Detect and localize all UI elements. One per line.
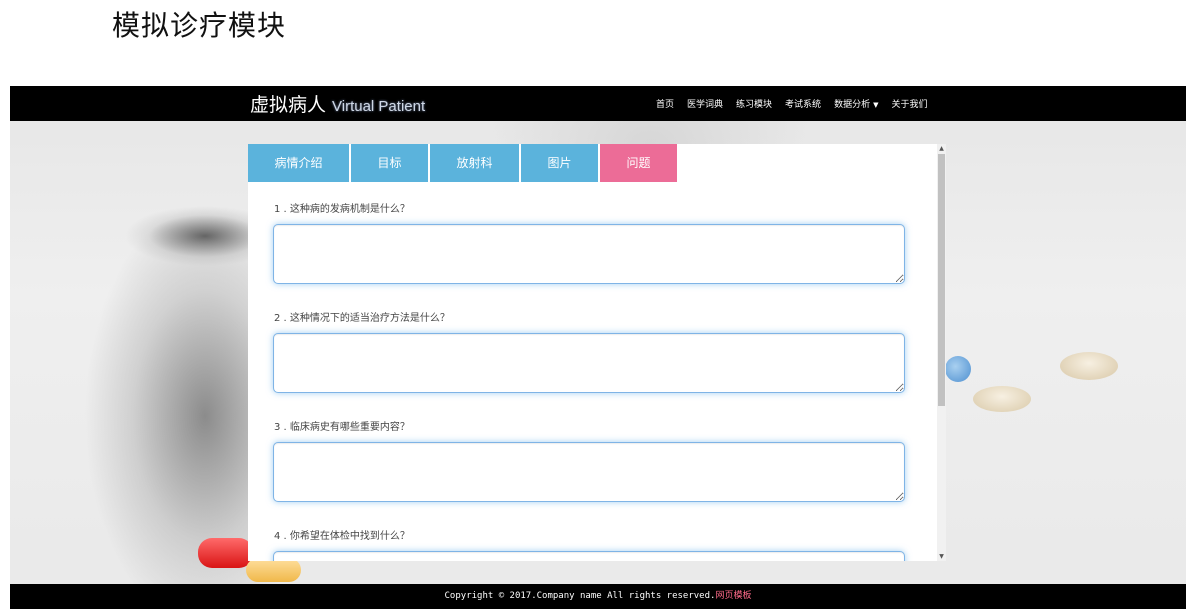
caret-down-icon: ▼: [873, 101, 879, 109]
pill-image: [198, 538, 253, 568]
footer-template-link[interactable]: 网页模板: [715, 591, 751, 601]
footer-copyright: Copyright © 2017.Company name All rights…: [444, 591, 716, 601]
scroll-down-arrow-icon[interactable]: ▼: [937, 552, 946, 561]
question-label: 1 . 这种病的发病机制是什么？: [274, 204, 410, 215]
tab-bar: 病情介绍 目标 放射科 图片 问题: [248, 144, 677, 182]
tab-radiology[interactable]: 放射科: [430, 144, 519, 182]
app-frame: 虚拟病人 Virtual Patient 首页 医学词典 练习模块 考试系统 数据…: [10, 86, 1186, 609]
content-panel: 病情介绍 目标 放射科 图片 问题 1 . 这种病的发病机制是什么？ 2 . 这…: [248, 144, 946, 561]
answer-input-1[interactable]: [273, 224, 905, 284]
pill-image: [1060, 352, 1118, 380]
page-footer: Copyright © 2017.Company name All rights…: [10, 584, 1186, 609]
nav-practice[interactable]: 练习模块: [736, 97, 772, 110]
answer-input-4[interactable]: [273, 551, 905, 561]
scroll-thumb[interactable]: [938, 154, 945, 406]
nav-exam[interactable]: 考试系统: [785, 97, 821, 110]
pill-image: [973, 386, 1031, 412]
nav-menu: 首页 医学词典 练习模块 考试系统 数据分析 ▼ 关于我们: [656, 97, 927, 110]
tab-questions[interactable]: 问题: [600, 144, 677, 182]
top-navbar: 虚拟病人 Virtual Patient 首页 医学词典 练习模块 考试系统 数据…: [10, 86, 1186, 121]
tab-goals[interactable]: 目标: [351, 144, 428, 182]
tab-images[interactable]: 图片: [521, 144, 598, 182]
pill-image: [246, 558, 301, 582]
brand-subtitle: Virtual Patient: [332, 98, 426, 115]
panel-scrollbar[interactable]: ▲ ▼: [937, 144, 946, 561]
brand-logo[interactable]: 虚拟病人 Virtual Patient: [250, 90, 425, 117]
tab-case-intro[interactable]: 病情介绍: [248, 144, 349, 182]
question-label: 3 . 临床病史有哪些重要内容？: [274, 422, 410, 433]
nav-about[interactable]: 关于我们: [891, 97, 927, 110]
pill-image: [945, 356, 971, 382]
question-label: 4 . 你希望在体检中找到什么？: [274, 531, 410, 542]
brand-title: 虚拟病人: [250, 94, 327, 116]
page-title: 模拟诊疗模块: [112, 9, 287, 42]
nav-data-analysis[interactable]: 数据分析 ▼: [834, 97, 878, 110]
nav-data-analysis-label: 数据分析: [834, 100, 871, 110]
question-label: 2 . 这种情况下的适当治疗方法是什么？: [274, 313, 450, 324]
nav-home[interactable]: 首页: [656, 97, 674, 110]
nav-dictionary[interactable]: 医学词典: [687, 97, 723, 110]
scroll-up-arrow-icon[interactable]: ▲: [937, 144, 946, 153]
answer-input-3[interactable]: [273, 442, 905, 502]
answer-input-2[interactable]: [273, 333, 905, 393]
